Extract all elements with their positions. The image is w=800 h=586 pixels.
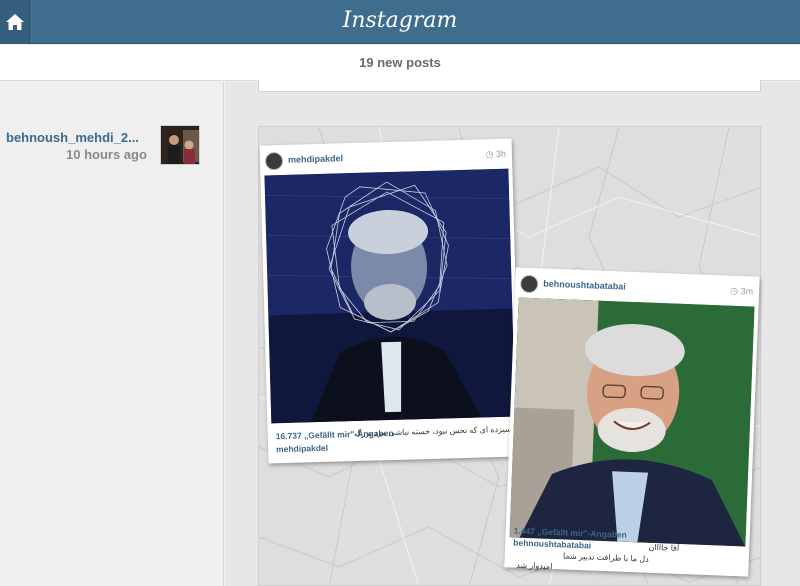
screenshot-photo <box>264 168 516 424</box>
new-posts-label[interactable]: 19 new posts <box>0 55 800 70</box>
clock-icon: ◷ <box>485 149 494 160</box>
screenshot-caption-user: mehdipakdel <box>275 442 329 455</box>
screenshot-caption-text: امیدوار شد <box>516 560 553 572</box>
screenshot-caption-text: آقا جاااان <box>648 542 680 553</box>
post-timestamp: 10 hours ago <box>66 147 147 162</box>
screenshot-caption-text: سیزده ای که نحس نبود، خسته نباشی مرد بزر… <box>354 424 512 439</box>
screenshot-time: ◷ 3m <box>730 285 754 297</box>
screenshot-photo <box>509 297 755 547</box>
post-author-name[interactable]: behnoush_mehdi_2... <box>6 130 139 145</box>
app-logo[interactable]: Instagram <box>0 8 800 33</box>
avatar <box>519 274 539 294</box>
embedded-post-screenshot: mehdipakdel ◷ 3h 16.737 „Gefällt mir"-An… <box>259 138 521 464</box>
previous-post-card <box>258 80 761 92</box>
avatar[interactable] <box>160 125 200 165</box>
embedded-post-screenshot: behnoushtabatabai ◷ 3m 1.447 „Gefällt mi… <box>504 267 760 577</box>
screenshot-username: mehdipakdel <box>287 153 344 165</box>
post-meta-column: behnoush_mehdi_2... 10 hours ago <box>0 82 224 586</box>
new-posts-banner[interactable]: 19 new posts <box>0 45 800 81</box>
screenshot-time: ◷ 3h <box>485 148 507 160</box>
clock-icon: ◷ <box>730 285 739 296</box>
screenshot-caption-text: دل ما با ظرافت تدبیر شما <box>562 551 649 564</box>
avatar <box>264 151 284 171</box>
screenshot-caption-user: behnoushtabatabai <box>513 537 592 551</box>
screenshot-username: behnoushtabatabai <box>543 278 626 292</box>
top-nav-bar: Instagram <box>0 0 800 44</box>
